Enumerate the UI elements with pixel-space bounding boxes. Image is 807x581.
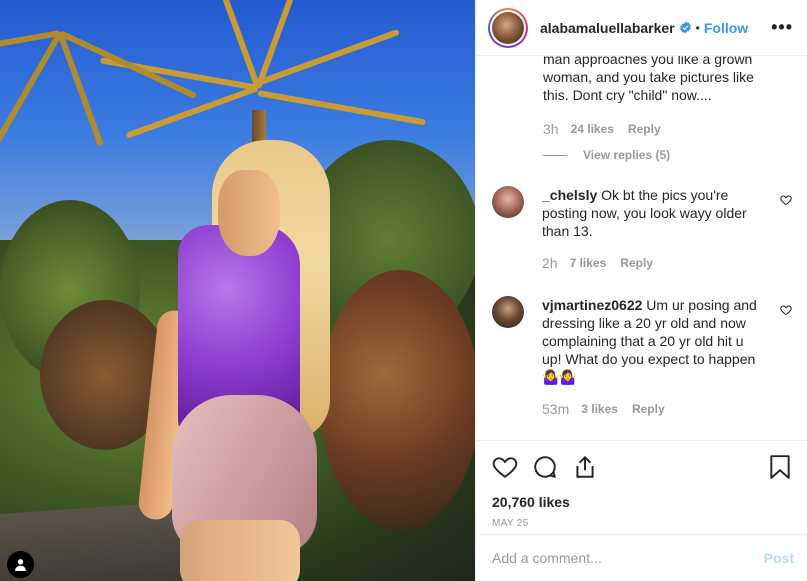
follow-button[interactable]: Follow xyxy=(704,20,748,36)
comment-meta: 2h 7 likes Reply xyxy=(542,254,757,272)
reply-button[interactable]: Reply xyxy=(620,254,653,272)
comment-time: 3h xyxy=(543,121,559,137)
comment-username[interactable]: vjmartinez0622 xyxy=(542,297,642,313)
more-options-button[interactable]: ••• xyxy=(771,17,793,38)
post-comment-button[interactable]: Post xyxy=(764,550,794,566)
comment-likes[interactable]: 3 likes xyxy=(581,400,618,418)
view-replies-button[interactable]: View replies (5) xyxy=(543,148,670,162)
more-icon: ••• xyxy=(771,17,793,37)
heart-icon[interactable] xyxy=(492,454,518,480)
comment-username[interactable]: _chelsly xyxy=(542,187,597,203)
view-replies-label: View replies (5) xyxy=(583,148,671,162)
comment-likes[interactable]: 7 likes xyxy=(570,254,607,272)
commenter-avatar[interactable] xyxy=(492,186,524,218)
reply-button[interactable]: Reply xyxy=(632,400,665,418)
avatar[interactable] xyxy=(488,7,528,48)
comment-icon[interactable] xyxy=(532,454,558,480)
instagram-post: alabamaluellabarker • Follow ••• man app… xyxy=(0,0,807,581)
heart-icon[interactable] xyxy=(780,304,792,316)
comment-text: man approaches you like a grown woman, a… xyxy=(543,56,754,103)
verified-badge-icon xyxy=(679,21,691,34)
share-icon[interactable] xyxy=(572,454,598,480)
post-header: alabamaluellabarker • Follow ••• xyxy=(476,0,807,56)
username-link[interactable]: alabamaluellabarker xyxy=(540,20,675,36)
commenter-avatar[interactable] xyxy=(492,296,524,328)
separator-dot: • xyxy=(695,20,700,35)
comment-partial: man approaches you like a grown woman, a… xyxy=(543,56,763,138)
user-icon xyxy=(15,559,26,571)
heart-icon[interactable] xyxy=(780,194,792,206)
post-date: MAY 25 xyxy=(492,518,529,529)
bookmark-icon[interactable] xyxy=(767,454,793,480)
comment-composer: Post xyxy=(476,534,807,581)
comment-time: 2h xyxy=(542,255,558,271)
comment-time: 53m xyxy=(542,401,570,417)
post-photo[interactable] xyxy=(0,0,475,581)
comment-likes[interactable]: 24 likes xyxy=(571,120,614,138)
comment-meta: 3h 24 likes Reply xyxy=(543,120,763,138)
comments-list[interactable]: man approaches you like a grown woman, a… xyxy=(476,56,807,440)
likes-count[interactable]: 20,760 likes xyxy=(492,494,793,510)
comment-body: _chelsly Ok bt the pics you're posting n… xyxy=(542,186,757,272)
post-side-panel: alabamaluellabarker • Follow ••• man app… xyxy=(475,0,807,581)
comment-meta: 53m 3 likes Reply xyxy=(542,400,757,418)
comment-body: vjmartinez0622 Um ur posing and dressing… xyxy=(542,296,757,418)
tagged-users-button[interactable] xyxy=(7,551,34,578)
reply-button[interactable]: Reply xyxy=(628,120,661,138)
action-icons-row xyxy=(492,453,793,481)
comment-input[interactable] xyxy=(492,550,764,566)
